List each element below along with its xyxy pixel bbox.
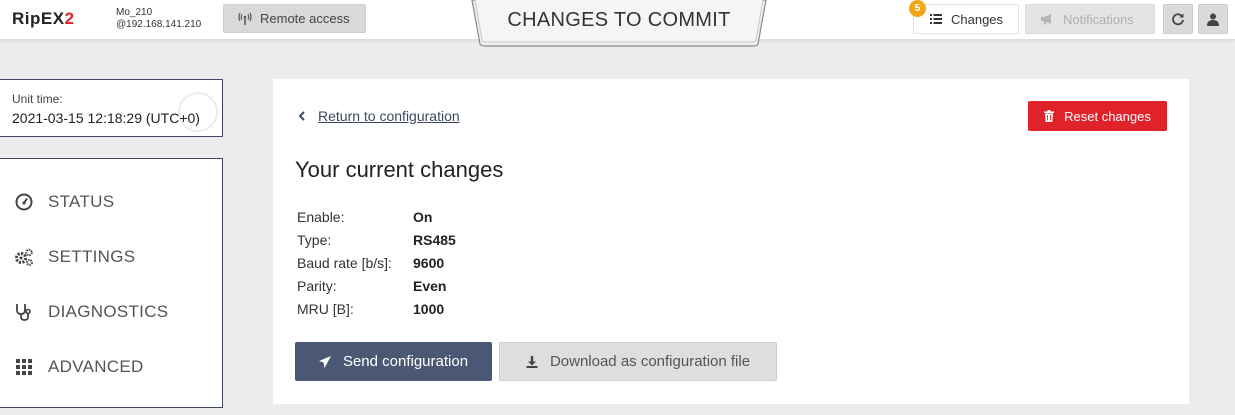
changes-button[interactable]: Changes [913,4,1019,34]
logo-text: RipEX [12,9,65,28]
sidebar-item-diagnostics[interactable]: DIAGNOSTICS [14,300,168,324]
change-key: Type: [297,232,332,248]
notifications-label: Notifications [1063,11,1134,27]
change-value: Even [413,278,447,294]
user-icon [1207,13,1219,26]
change-value: On [413,209,433,225]
sidebar-item-status[interactable]: STATUS [14,190,114,214]
trash-icon [1044,110,1055,122]
sidebar-item-advanced[interactable]: ADVANCED [14,355,144,379]
reset-label: Reset changes [1064,108,1151,124]
download-label: Download as configuration file [549,353,751,370]
download-icon [526,355,538,368]
changes-label: Changes [951,11,1004,27]
unit-info: Mo_210 @192.168.141.210 [116,7,201,31]
changes-count-badge: 5 [909,0,926,17]
change-key: Baud rate [b/s]: [297,255,392,271]
list-icon [930,14,942,24]
change-value: 9600 [413,255,445,271]
change-value: RS485 [413,232,456,248]
download-configuration-button[interactable]: Download as configuration file [499,342,777,381]
antenna-icon [238,12,252,25]
sidebar-item-label: STATUS [48,192,115,211]
unit-time-value: 2021-03-15 12:18:29 (UTC+0) [12,110,200,126]
refresh-icon [1172,13,1184,26]
change-key: Enable: [297,209,345,225]
refresh-button[interactable] [1163,4,1193,34]
sidebar-item-settings[interactable]: SETTINGS [14,245,135,269]
return-to-configuration-link[interactable]: Return to configuration [298,108,460,124]
unit-address: @192.168.141.210 [116,19,202,30]
remote-access-label: Remote access [260,11,350,26]
paper-plane-icon [318,355,331,368]
ripex-logo[interactable]: RipEX2 [12,9,75,29]
unit-time-label: Unit time: [12,92,63,106]
unit-name: Mo_210 [116,7,153,18]
change-key: Parity: [297,278,337,294]
page-title: CHANGES TO COMMIT [507,9,731,31]
send-configuration-button[interactable]: Send configuration [295,342,492,381]
megaphone-icon [1041,14,1051,25]
stethoscope-icon [16,304,31,321]
grid-icon [16,359,32,375]
changes-heading: Your current changes [295,157,504,182]
sidebar-item-label: ADVANCED [48,357,144,376]
sidebar-item-label: DIAGNOSTICS [48,302,169,321]
notifications-button[interactable]: Notifications [1025,4,1155,34]
reset-changes-button[interactable]: Reset changes [1028,101,1167,131]
logo-suffix: 2 [64,9,75,28]
change-key: MRU [B]: [297,301,354,317]
change-value: 1000 [413,301,445,317]
user-button[interactable] [1198,4,1228,34]
unit-time-panel: Unit time: 2021-03-15 12:18:29 (UTC+0) [0,79,223,137]
return-label: Return to configuration [318,108,460,124]
chevron-left-icon [298,111,305,121]
gears-icon [15,248,33,266]
sidebar-item-label: SETTINGS [48,247,136,266]
sidebar-nav: STATUS SETTINGS DIAGNOSTICS ADVANCED [0,158,223,408]
gauge-icon [15,193,33,211]
send-label: Send configuration [342,353,469,370]
remote-access-button[interactable]: Remote access [223,4,366,33]
changes-card: Return to configuration Reset changes Yo… [273,79,1189,404]
